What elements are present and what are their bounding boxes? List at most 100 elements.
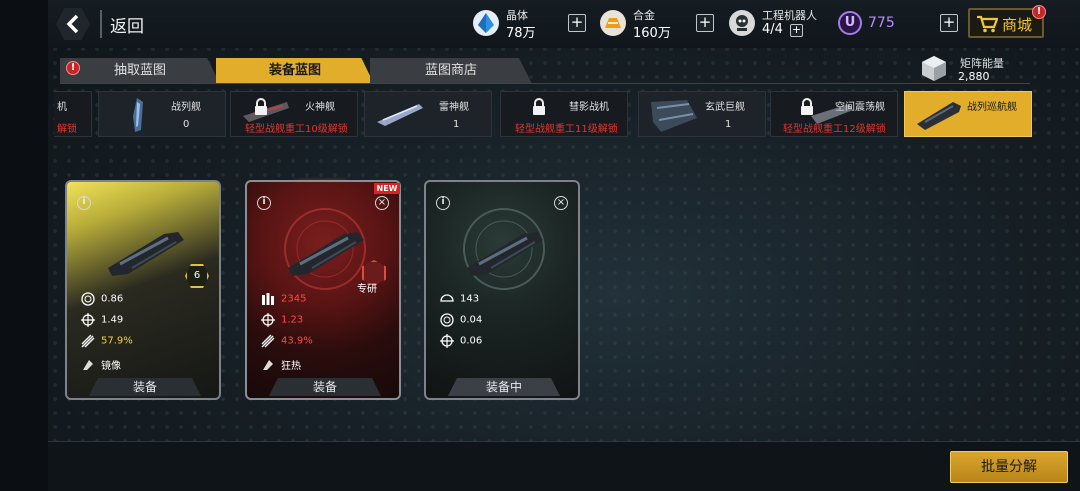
info-icon[interactable]: i xyxy=(77,196,91,210)
matrix-energy-value: 2,880 xyxy=(958,70,990,83)
research-badge[interactable]: 专研 xyxy=(357,260,389,295)
close-icon[interactable]: × xyxy=(554,196,568,210)
tab-blueprint-shop[interactable]: 蓝图商店 xyxy=(370,58,532,84)
game-screen: 返回 晶体 78万 + 合金 160万 + 工程机器人 4/4 + U 775 … xyxy=(0,0,1080,491)
unlock-requirement: 轻型战舰重工11级解锁 xyxy=(515,124,618,135)
stat-value: 1.49 xyxy=(101,314,124,326)
missile-icon xyxy=(81,334,95,348)
stat-value: 0.04 xyxy=(460,314,483,326)
battlecruiser-image xyxy=(288,232,364,276)
stat-row: 1.23 xyxy=(261,313,303,329)
ship-type-item[interactable]: 雷神舰 1 xyxy=(364,91,492,137)
equipped-button[interactable]: 装备中 xyxy=(448,378,560,396)
ship-type-name: 玄武巨舰 xyxy=(705,102,745,113)
info-icon[interactable]: i xyxy=(436,196,450,210)
research-label: 专研 xyxy=(357,284,377,295)
tab-draw-blueprint[interactable]: 抽取蓝图 xyxy=(60,58,220,84)
add-u-currency-button[interactable]: + xyxy=(940,14,958,32)
ship-count: 1 xyxy=(725,119,732,130)
resource-name: 晶体 xyxy=(506,9,528,22)
ship-type-name: 战列巡航舰 xyxy=(967,102,1017,113)
matrix-energy-label: 矩阵能量 xyxy=(960,57,1004,70)
shop-label: 商城 xyxy=(1002,16,1033,34)
shop-alert-badge: ! xyxy=(1032,5,1046,19)
close-icon[interactable]: × xyxy=(375,196,389,210)
info-icon[interactable]: i xyxy=(257,196,271,210)
u-currency-value: 775 xyxy=(868,15,895,31)
ship-type-item[interactable]: 机 解锁 xyxy=(54,91,92,137)
ship-type-name: 战列舰 xyxy=(171,102,201,113)
battleship-icon xyxy=(133,98,143,132)
battlecruiser-icon xyxy=(917,102,961,130)
ship-type-item-selected[interactable]: 战列巡航舰 xyxy=(904,91,1032,137)
crosshair-icon xyxy=(261,313,275,327)
bottom-panel xyxy=(48,441,1080,491)
lock-icon xyxy=(255,98,267,115)
crystal-icon xyxy=(473,10,499,36)
skill-icon xyxy=(83,359,93,370)
back-label[interactable]: 返回 xyxy=(110,12,144,37)
tab-equip-blueprint[interactable]: 装备蓝图 xyxy=(216,58,374,84)
robot-icon xyxy=(729,10,755,36)
u-currency-icon: U xyxy=(838,11,862,35)
add-crystal-button[interactable]: + xyxy=(568,14,586,32)
resource-name: 工程机器人 xyxy=(762,9,817,22)
stat-value: 0.06 xyxy=(460,335,483,347)
ship-type-list: 机 解锁 战列舰 0 火神舰 轻型战舰重工10级解锁 雷神舰 1 彗影战机 轻型… xyxy=(54,91,1034,137)
ship-type-item[interactable]: 彗影战机 轻型战舰重工11级解锁 xyxy=(500,91,628,137)
stat-row: 狂热 xyxy=(261,357,301,373)
battlecruiser-image xyxy=(467,232,543,276)
batch-decompose-button[interactable]: 批量分解 xyxy=(950,451,1068,483)
stat-row: 镜像 xyxy=(81,357,121,373)
star-level-badge: 6 xyxy=(185,264,209,288)
ship-type-name: 彗影战机 xyxy=(569,102,609,113)
stat-value: 57.9% xyxy=(101,335,133,347)
unlock-requirement: 解锁 xyxy=(57,124,77,135)
stat-row: 2345 xyxy=(261,292,306,308)
stat-value: 2345 xyxy=(281,293,307,305)
resource-value: 4/4 xyxy=(762,22,783,37)
new-tag: NEW xyxy=(374,183,400,194)
matrix-cube-icon xyxy=(922,56,946,81)
cart-icon xyxy=(977,15,998,33)
ammo-icon xyxy=(262,293,274,305)
blueprint-card[interactable]: i 6 0.86 1.49 57.9% 镜像 装备 xyxy=(65,180,221,400)
resource-name: 合金 xyxy=(633,9,655,22)
tab-underline xyxy=(60,83,1030,84)
battlecruiser-image xyxy=(108,232,184,276)
equip-button[interactable]: 装备 xyxy=(89,378,201,396)
equip-button[interactable]: 装备 xyxy=(269,378,381,396)
blueprint-card-equipped[interactable]: i × 143 0.04 0.06 装备中 xyxy=(424,180,580,400)
ship-count: 0 xyxy=(183,119,190,130)
lock-icon xyxy=(533,98,545,115)
ship-type-name: 空间震荡舰 xyxy=(835,102,885,113)
ship-type-name: 雷神舰 xyxy=(439,102,469,113)
top-bar xyxy=(48,0,1080,48)
ship-type-name: 机 xyxy=(57,102,67,113)
ship-count: 1 xyxy=(453,119,460,130)
tab-label: 装备蓝图 xyxy=(268,63,321,78)
ship-type-item[interactable]: 玄武巨舰 1 xyxy=(638,91,766,137)
stat-row: 0.06 xyxy=(440,334,482,350)
ship-type-item[interactable]: 火神舰 轻型战舰重工10级解锁 xyxy=(230,91,358,137)
stat-row: 0.04 xyxy=(440,313,482,329)
blueprint-card[interactable]: i × 专研 2345 1.23 43.9% 狂热 装备 xyxy=(245,180,401,400)
add-alloy-button[interactable]: + xyxy=(696,14,714,32)
add-robot-button[interactable]: + xyxy=(790,24,803,37)
crosshair-icon xyxy=(81,313,95,327)
stat-value: 0.86 xyxy=(101,293,124,305)
stat-value: 狂热 xyxy=(281,361,301,372)
shield-icon xyxy=(440,294,454,302)
thor-ship-icon xyxy=(377,104,423,126)
resource-value: 160万 xyxy=(633,26,671,41)
unlock-requirement: 轻型战舰重工12级解锁 xyxy=(783,124,886,135)
ship-type-item[interactable]: 战列舰 0 xyxy=(98,91,226,137)
crosshair-icon xyxy=(440,334,454,348)
stat-row: 0.86 xyxy=(81,292,123,308)
stat-row: 143 xyxy=(440,292,479,308)
unlock-requirement: 轻型战舰重工10级解锁 xyxy=(245,124,348,135)
xuanwu-ship-icon xyxy=(651,100,697,132)
tab-label: 抽取蓝图 xyxy=(113,63,166,78)
ship-type-item[interactable]: 空间震荡舰 轻型战舰重工12级解锁 xyxy=(770,91,898,137)
resource-value: 78万 xyxy=(506,26,536,41)
